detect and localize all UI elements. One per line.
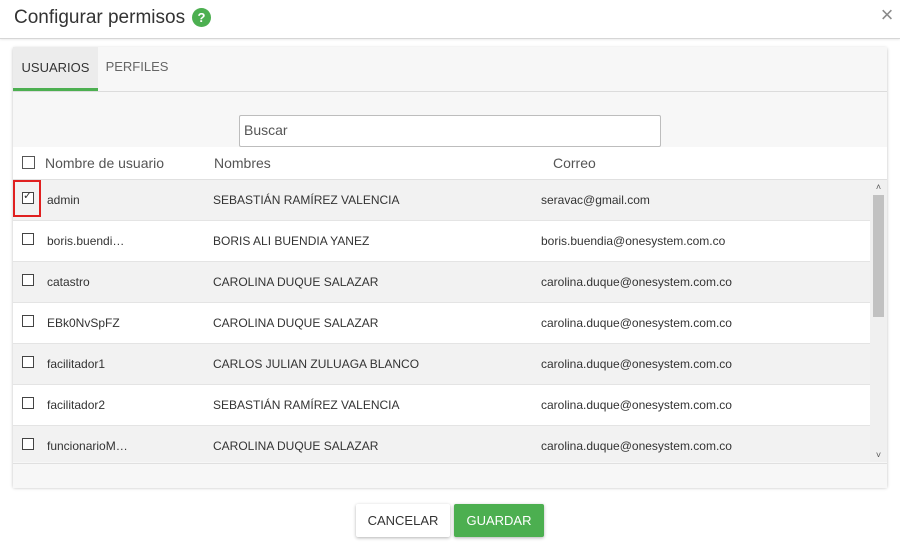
table-row[interactable]: EBk0NvSpFZ CAROLINA DUQUE SALAZAR caroli… — [13, 303, 870, 344]
table-row[interactable]: facilitador1 CARLOS JULIAN ZULUAGA BLANC… — [13, 344, 870, 385]
cell-names: CAROLINA DUQUE SALAZAR — [213, 439, 379, 453]
row-checkbox[interactable] — [22, 189, 34, 204]
table-row[interactable]: facilitador2 SEBASTIÁN RAMÍREZ VALENCIA … — [13, 385, 870, 426]
cell-names: SEBASTIÁN RAMÍREZ VALENCIA — [213, 398, 400, 412]
row-checkbox[interactable] — [22, 315, 34, 327]
cell-email: seravac@gmail.com — [541, 193, 650, 207]
chevron-up-icon[interactable]: ˄ — [870, 180, 887, 194]
user-table-body: admin SEBASTIÁN RAMÍREZ VALENCIA seravac… — [13, 180, 870, 462]
cell-username: EBk0NvSpFZ — [47, 316, 120, 330]
tab-perfiles[interactable]: PERFILES — [101, 47, 173, 89]
cell-username: boris.buendi… — [47, 234, 125, 248]
cell-names: BORIS ALI BUENDIA YANEZ — [213, 234, 370, 248]
scrollbar-thumb[interactable] — [873, 195, 884, 317]
cell-email: carolina.duque@onesystem.com.co — [541, 357, 732, 371]
dialog-title: Configurar permisos — [14, 7, 186, 28]
table-header: Nombre de usuario Nombres Correo — [13, 147, 887, 180]
cell-names: CARLOS JULIAN ZULUAGA BLANCO — [213, 357, 420, 371]
table-row[interactable]: admin SEBASTIÁN RAMÍREZ VALENCIA seravac… — [13, 180, 870, 221]
cell-username: catastro — [47, 275, 90, 289]
cell-email: carolina.duque@onesystem.com.co — [541, 316, 732, 330]
tab-usuarios[interactable]: USUARIOS — [13, 47, 98, 91]
tab-bar: USUARIOS PERFILES — [13, 47, 887, 92]
cell-email: carolina.duque@onesystem.com.co — [541, 275, 732, 289]
table-row[interactable]: catastro CAROLINA DUQUE SALAZAR carolina… — [13, 262, 870, 303]
cell-names: CAROLINA DUQUE SALAZAR — [213, 316, 379, 330]
search-input[interactable] — [240, 116, 658, 144]
row-checkbox[interactable] — [22, 438, 34, 450]
cell-email: carolina.duque@onesystem.com.co — [541, 398, 732, 412]
table-row[interactable]: boris.buendi… BORIS ALI BUENDIA YANEZ bo… — [13, 221, 870, 262]
cell-email: boris.buendia@onesystem.com.co — [541, 234, 726, 248]
permissions-panel: USUARIOS PERFILES Nombre de usuario Nomb… — [13, 47, 887, 488]
save-button[interactable]: GUARDAR — [454, 504, 544, 537]
cell-names: SEBASTIÁN RAMÍREZ VALENCIA — [213, 193, 400, 207]
question-circle-icon[interactable]: ? — [192, 8, 211, 27]
cell-email: carolina.duque@onesystem.com.co — [541, 439, 732, 453]
close-icon[interactable]: × — [876, 4, 898, 26]
cell-username: funcionarioM… — [47, 439, 128, 453]
search-box — [239, 115, 661, 147]
cancel-button[interactable]: CANCELAR — [356, 504, 450, 537]
column-header-names[interactable]: Nombres — [214, 155, 271, 171]
chevron-down-icon[interactable]: ˅ — [870, 448, 887, 462]
cell-username: admin — [47, 193, 80, 207]
cell-names: CAROLINA DUQUE SALAZAR — [213, 275, 379, 289]
panel-footer — [13, 463, 887, 488]
row-checkbox[interactable] — [22, 233, 34, 245]
select-all-checkbox[interactable] — [22, 156, 35, 169]
cell-username: facilitador2 — [47, 398, 106, 412]
column-header-username[interactable]: Nombre de usuario — [45, 155, 164, 171]
cell-username: facilitador1 — [47, 357, 106, 371]
dialog-header: Configurar permisos ? × — [0, 0, 900, 39]
row-checkbox[interactable] — [22, 274, 34, 286]
vertical-scrollbar[interactable]: ˄ ˅ — [870, 180, 887, 462]
table-row[interactable]: funcionarioM… CAROLINA DUQUE SALAZAR car… — [13, 426, 870, 462]
row-checkbox[interactable] — [22, 356, 34, 368]
column-header-email[interactable]: Correo — [553, 155, 596, 171]
row-checkbox[interactable] — [22, 397, 34, 409]
